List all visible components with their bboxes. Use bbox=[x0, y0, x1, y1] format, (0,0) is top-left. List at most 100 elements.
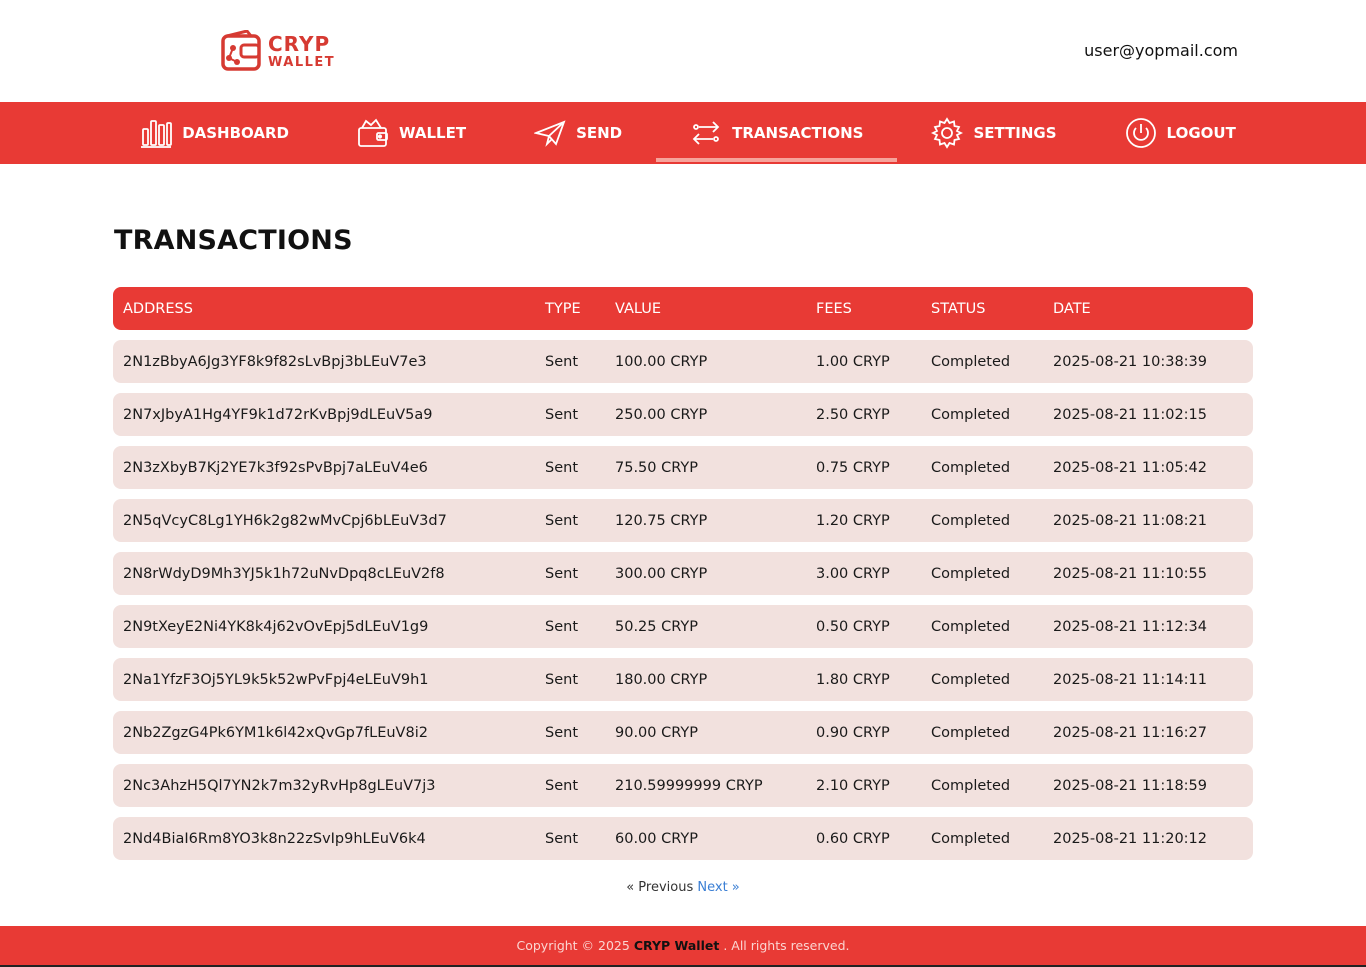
cell-type: Sent bbox=[545, 512, 579, 529]
transactions-table: ADDRESS TYPE VALUE FEES STATUS DATE 2N1z… bbox=[113, 287, 1253, 870]
cell-value: 210.59999999 CRYP bbox=[615, 777, 763, 794]
footer-brand: CRYP Wallet bbox=[633, 938, 720, 953]
table-row[interactable]: 2Nc3AhzH5Ql7YN2k7m32yRvHp8gLEuV7j3 Sent 21… bbox=[113, 764, 1253, 807]
nav-logout-label: LOGOUT bbox=[1166, 124, 1236, 142]
user-email[interactable]: user@yopmail.com bbox=[1084, 41, 1238, 60]
wallet-icon bbox=[358, 118, 388, 147]
cell-date: 2025-08-21 11:08:21 bbox=[1053, 512, 1207, 529]
cell-fees: 2.50 CRYP bbox=[816, 406, 890, 423]
cell-value: 100.00 CRYP bbox=[615, 353, 708, 370]
table-row[interactable]: 2Nd4BiaI6Rm8YO3k8n22zSvIp9hLEuV6k4 Sent 60… bbox=[113, 817, 1253, 860]
gear-icon bbox=[931, 117, 964, 149]
nav-settings-label: SETTINGS bbox=[973, 124, 1057, 142]
cell-fees: 0.50 CRYP bbox=[816, 618, 890, 635]
cell-date: 2025-08-21 11:05:42 bbox=[1053, 459, 1207, 476]
table-row[interactable]: 2N8rWdyD9Mh3YJ5k1h72uNvDpq8cLEuV2f8 Sent 3… bbox=[113, 552, 1253, 595]
cell-type: Sent bbox=[545, 618, 579, 635]
cell-fees: 0.90 CRYP bbox=[816, 724, 890, 741]
cell-type: Sent bbox=[545, 459, 579, 476]
cell-value: 120.75 CRYP bbox=[615, 512, 708, 529]
header-status: STATUS bbox=[931, 300, 986, 317]
cell-fees: 0.60 CRYP bbox=[816, 830, 890, 847]
cell-date: 2025-08-21 11:20:12 bbox=[1053, 830, 1207, 847]
cell-address: 2N1zBbyA6Jg3YF8k9f82sLvBpj3bLEuV7e3 bbox=[123, 353, 427, 370]
cell-value: 180.00 CRYP bbox=[615, 671, 708, 688]
cell-date: 2025-08-21 11:14:11 bbox=[1053, 671, 1207, 688]
header-address: ADDRESS bbox=[123, 300, 193, 317]
table-row[interactable]: 2N1zBbyA6Jg3YF8k9f82sLvBpj3bLEuV7e3 Sent 1… bbox=[113, 340, 1253, 383]
cell-status: Completed bbox=[931, 671, 1011, 688]
cell-date: 2025-08-21 11:12:34 bbox=[1053, 618, 1207, 635]
cell-value: 90.00 CRYP bbox=[615, 724, 698, 741]
page-title: TRANSACTIONS bbox=[114, 225, 353, 256]
nav-wallet[interactable]: WALLET bbox=[323, 102, 500, 164]
bar-chart-icon bbox=[141, 120, 173, 148]
cell-status: Completed bbox=[931, 777, 1011, 794]
power-icon bbox=[1125, 118, 1156, 148]
cell-type: Sent bbox=[545, 565, 579, 582]
nav-settings[interactable]: SETTINGS bbox=[897, 102, 1090, 164]
cell-address: 2Nc3AhzH5Ql7YN2k7m32yRvHp8gLEuV7j3 bbox=[123, 777, 436, 794]
wallet-logo-icon bbox=[221, 30, 261, 71]
logo-line-1: CRYP bbox=[268, 31, 331, 56]
pagination-previous[interactable]: « Previous bbox=[626, 880, 693, 895]
footer: Copyright © 2025 CRYP Wallet . All right… bbox=[0, 926, 1366, 965]
cell-date: 2025-08-21 11:16:27 bbox=[1053, 724, 1207, 741]
cell-value: 60.00 CRYP bbox=[615, 830, 698, 847]
cell-address: 2N3zXbyB7Kj2YE7k3f92sPvBpj7aLEuV4e6 bbox=[123, 459, 428, 476]
cell-address: 2Nb2ZgzG4Pk6YM1k6l42xQvGp7fLEuV8i2 bbox=[123, 724, 428, 741]
nav-transactions[interactable]: TRANSACTIONS bbox=[656, 102, 898, 164]
cell-type: Sent bbox=[545, 353, 579, 370]
cell-address: 2Nd4BiaI6Rm8YO3k8n22zSvIp9hLEuV6k4 bbox=[123, 830, 426, 847]
table-row[interactable]: 2N5qVcyC8Lg1YH6k2g82wMvCpj6bLEuV3d7 Sent 1… bbox=[113, 499, 1253, 542]
cell-status: Completed bbox=[931, 406, 1011, 423]
cell-status: Completed bbox=[931, 353, 1011, 370]
cell-status: Completed bbox=[931, 724, 1011, 741]
nav-dashboard[interactable]: DASHBOARD bbox=[106, 102, 323, 164]
cell-fees: 1.80 CRYP bbox=[816, 671, 890, 688]
cell-fees: 1.20 CRYP bbox=[816, 512, 890, 529]
table-header-row: ADDRESS TYPE VALUE FEES STATUS DATE bbox=[113, 287, 1253, 330]
header-fees: FEES bbox=[816, 300, 852, 317]
nav-dashboard-label: DASHBOARD bbox=[182, 124, 289, 142]
logo-text: CRYP WALLET bbox=[268, 34, 335, 69]
table-row[interactable]: 2N3zXbyB7Kj2YE7k3f92sPvBpj7aLEuV4e6 Sent 7… bbox=[113, 446, 1253, 489]
cell-status: Completed bbox=[931, 830, 1011, 847]
table-row[interactable]: 2Na1YfzF3Oj5YL9k5k52wPvFpj4eLEuV9h1 Sent 1… bbox=[113, 658, 1253, 701]
cell-date: 2025-08-21 10:38:39 bbox=[1053, 353, 1207, 370]
cell-date: 2025-08-21 11:18:59 bbox=[1053, 777, 1207, 794]
footer-rights: . All rights reserved. bbox=[723, 938, 850, 953]
nav-send[interactable]: SEND bbox=[500, 102, 656, 164]
cell-value: 300.00 CRYP bbox=[615, 565, 708, 582]
cell-type: Sent bbox=[545, 777, 579, 794]
pagination-next[interactable]: Next » bbox=[697, 880, 739, 895]
cell-address: 2Na1YfzF3Oj5YL9k5k52wPvFpj4eLEuV9h1 bbox=[123, 671, 429, 688]
cell-fees: 3.00 CRYP bbox=[816, 565, 890, 582]
nav-wallet-label: WALLET bbox=[399, 124, 467, 142]
cell-value: 50.25 CRYP bbox=[615, 618, 698, 635]
cell-address: 2N9tXeyE2Ni4YK8k4j62vOvEpj5dLEuV1g9 bbox=[123, 618, 429, 635]
cell-value: 250.00 CRYP bbox=[615, 406, 708, 423]
table-row[interactable]: 2N9tXeyE2Ni4YK8k4j62vOvEpj5dLEuV1g9 Sent 5… bbox=[113, 605, 1253, 648]
cell-value: 75.50 CRYP bbox=[615, 459, 698, 476]
header-value: VALUE bbox=[615, 300, 662, 317]
cell-address: 2N7xJbyA1Hg4YF9k1d72rKvBpj9dLEuV5a9 bbox=[123, 406, 433, 423]
header-date: DATE bbox=[1053, 300, 1091, 317]
table-body: 2N1zBbyA6Jg3YF8k9f82sLvBpj3bLEuV7e3 Sent 1… bbox=[113, 340, 1253, 860]
header: CRYP WALLET user@yopmail.com bbox=[0, 0, 1366, 102]
nav-transactions-label: TRANSACTIONS bbox=[732, 124, 864, 142]
nav-logout[interactable]: LOGOUT bbox=[1091, 102, 1270, 164]
footer-copyright: Copyright © 2025 bbox=[516, 938, 630, 953]
cell-address: 2N8rWdyD9Mh3YJ5k1h72uNvDpq8cLEuV2f8 bbox=[123, 565, 445, 582]
cell-address: 2N5qVcyC8Lg1YH6k2g82wMvCpj6bLEuV3d7 bbox=[123, 512, 447, 529]
cell-type: Sent bbox=[545, 724, 579, 741]
table-row[interactable]: 2N7xJbyA1Hg4YF9k1d72rKvBpj9dLEuV5a9 Sent 2… bbox=[113, 393, 1253, 436]
table-row[interactable]: 2Nb2ZgzG4Pk6YM1k6l42xQvGp7fLEuV8i2 Sent 90… bbox=[113, 711, 1253, 754]
cell-fees: 1.00 CRYP bbox=[816, 353, 890, 370]
nav-send-label: SEND bbox=[576, 124, 623, 142]
header-type: TYPE bbox=[545, 300, 581, 317]
cell-fees: 2.10 CRYP bbox=[816, 777, 890, 794]
cell-status: Completed bbox=[931, 565, 1011, 582]
logo[interactable]: CRYP WALLET bbox=[221, 30, 335, 72]
cell-status: Completed bbox=[931, 459, 1011, 476]
